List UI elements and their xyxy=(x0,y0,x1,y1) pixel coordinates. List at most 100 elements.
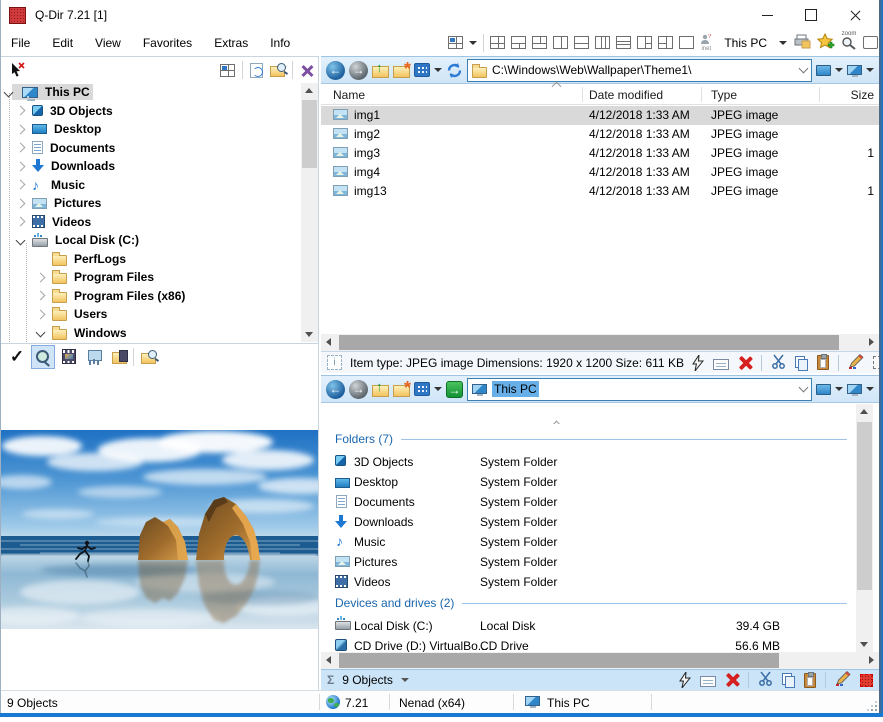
layout-left2-right1-icon[interactable] xyxy=(658,36,673,49)
expander-icon[interactable] xyxy=(16,143,26,153)
deselect-pointer-icon[interactable] xyxy=(6,59,28,81)
scrollbar-thumb[interactable] xyxy=(857,422,872,590)
scroll-up-arrow[interactable] xyxy=(305,88,313,93)
rename-icon[interactable] xyxy=(700,676,716,687)
expander-icon[interactable] xyxy=(16,235,26,245)
top-panel-horizontal-scrollbar[interactable] xyxy=(321,334,879,351)
expander-icon[interactable] xyxy=(36,328,46,338)
pc-row-pictures[interactable]: Pictures System Folder xyxy=(321,552,856,572)
inet-icon[interactable]: ? inet xyxy=(700,33,712,52)
menu-favorites[interactable]: Favorites xyxy=(132,30,203,55)
forward-button[interactable]: → xyxy=(349,380,368,399)
tree-item-videos[interactable]: Videos xyxy=(17,213,91,232)
pc-row-documents[interactable]: Documents System Folder xyxy=(321,492,856,512)
pc-row-music[interactable]: ♪ Music System Folder xyxy=(321,532,856,552)
object-count-text[interactable]: 9 Objects xyxy=(342,673,393,687)
flash-icon[interactable] xyxy=(679,672,691,688)
view-mode-dropdown-icon[interactable] xyxy=(434,387,442,391)
scroll-down-arrow[interactable] xyxy=(305,332,313,337)
paste-icon[interactable] xyxy=(817,355,829,370)
paste-icon[interactable] xyxy=(804,673,816,688)
pc-row-cd-drive[interactable]: CD Drive (D:) VirtualBo... CD Drive 56.6… xyxy=(321,636,856,652)
file-row-img2[interactable]: img2 4/12/2018 1:33 AM JPEG image xyxy=(321,125,879,144)
address-text[interactable]: C:\Windows\Web\Wallpaper\Theme1\ xyxy=(492,63,691,77)
copy-icon[interactable] xyxy=(782,673,795,687)
column-header-date-modified[interactable]: Date modified xyxy=(589,88,663,102)
expander-icon[interactable] xyxy=(16,198,26,208)
column-header-size[interactable]: Size xyxy=(826,88,874,102)
apply-check-icon[interactable]: ✓ xyxy=(6,346,28,368)
minimized-window-icon[interactable] xyxy=(863,36,878,49)
desktop-quick-button[interactable] xyxy=(816,384,831,395)
layout-4pane-icon[interactable] xyxy=(490,36,505,49)
scroll-up-arrow[interactable] xyxy=(860,409,868,414)
scrollbar-thumb[interactable] xyxy=(339,335,839,350)
tree-item-pictures[interactable]: Pictures xyxy=(17,194,101,213)
folder-search-icon[interactable] xyxy=(270,66,285,77)
layout-3horizontal-icon[interactable] xyxy=(616,36,631,49)
expander-icon[interactable] xyxy=(16,217,26,227)
scroll-right-arrow[interactable] xyxy=(869,656,874,664)
column-header-type[interactable]: Type xyxy=(711,88,737,102)
layout-2vertical-icon[interactable] xyxy=(553,36,568,49)
resize-grip[interactable] xyxy=(867,701,877,711)
tree-item-program-files-x86[interactable]: Program Files (x86) xyxy=(37,287,185,306)
scroll-left-arrow[interactable] xyxy=(326,656,331,664)
pc-row-local-disk[interactable]: Local Disk (C:) Local Disk 39.4 GB xyxy=(321,616,856,636)
maximize-button[interactable] xyxy=(789,0,833,30)
tree-item-downloads[interactable]: Downloads xyxy=(17,157,115,176)
tree-item-3d-objects[interactable]: 3D Objects xyxy=(17,102,113,121)
tree-item-music[interactable]: ♪ Music xyxy=(17,176,85,195)
view-mode-button[interactable] xyxy=(414,63,430,77)
address-dropdown-icon[interactable] xyxy=(799,64,809,74)
go-button[interactable]: → xyxy=(446,381,463,398)
layout-single-icon[interactable] xyxy=(679,36,694,49)
object-count-dropdown-icon[interactable] xyxy=(401,678,409,682)
tree-item-local-disk-c[interactable]: Local Disk (C:) xyxy=(17,231,139,250)
menu-view[interactable]: View xyxy=(84,30,132,55)
up-folder-button[interactable] xyxy=(372,66,389,78)
pc-row-desktop[interactable]: Desktop System Folder xyxy=(321,472,856,492)
preview-magnifier-button[interactable] xyxy=(31,345,55,369)
view-mode-dropdown-icon[interactable] xyxy=(434,68,442,72)
scroll-left-arrow[interactable] xyxy=(326,338,331,346)
delete-icon[interactable] xyxy=(738,356,752,370)
desktop-quick-button[interactable] xyxy=(816,65,831,76)
group-header-folders[interactable]: Folders (7) xyxy=(335,432,847,446)
film-preview-icon[interactable] xyxy=(58,346,80,368)
menu-extras[interactable]: Extras xyxy=(203,30,259,55)
menu-info[interactable]: Info xyxy=(259,30,301,55)
layout-2horizontal-icon[interactable] xyxy=(574,36,589,49)
delete-icon[interactable] xyxy=(725,673,739,687)
up-folder-button[interactable] xyxy=(372,385,389,397)
expander-icon[interactable] xyxy=(36,291,46,301)
tree-item-this-pc[interactable]: This PC xyxy=(1,83,93,102)
pc-row-downloads[interactable]: Downloads System Folder xyxy=(321,512,856,532)
scrollbar-thumb[interactable] xyxy=(302,100,317,168)
forward-button[interactable]: → xyxy=(349,61,368,80)
folder-media-icon[interactable] xyxy=(108,346,130,368)
file-row-img3[interactable]: img3 4/12/2018 1:33 AM JPEG image 1 xyxy=(321,144,879,163)
this-pc-quick-dropdown-icon[interactable] xyxy=(866,68,874,72)
address-bar[interactable]: C:\Windows\Web\Wallpaper\Theme1\ xyxy=(467,59,812,82)
cut-icon[interactable] xyxy=(758,671,773,689)
layout-quad-combo-icon[interactable] xyxy=(448,36,463,49)
pc-row-videos[interactable]: Videos System Folder xyxy=(321,572,856,592)
copy-icon[interactable] xyxy=(795,356,808,370)
tree-layout-icon[interactable] xyxy=(220,64,235,77)
minimize-button[interactable] xyxy=(745,0,789,30)
expander-icon[interactable] xyxy=(16,161,26,171)
menu-file[interactable]: File xyxy=(0,30,41,55)
close-button[interactable] xyxy=(833,0,877,30)
this-pc-quick-button[interactable] xyxy=(847,384,862,394)
scrollbar-thumb[interactable] xyxy=(339,653,779,668)
tree-item-program-files[interactable]: Program Files xyxy=(37,268,154,287)
bottom-panel-vertical-scrollbar[interactable] xyxy=(856,404,873,652)
menu-edit[interactable]: Edit xyxy=(41,30,84,55)
edit-icon[interactable] xyxy=(835,671,851,689)
expander-icon[interactable] xyxy=(16,106,26,116)
expander-icon[interactable] xyxy=(16,124,26,134)
address-text[interactable]: This PC xyxy=(492,381,539,397)
desktop-quick-dropdown-icon[interactable] xyxy=(835,68,843,72)
refresh-tree-icon[interactable] xyxy=(250,63,263,78)
